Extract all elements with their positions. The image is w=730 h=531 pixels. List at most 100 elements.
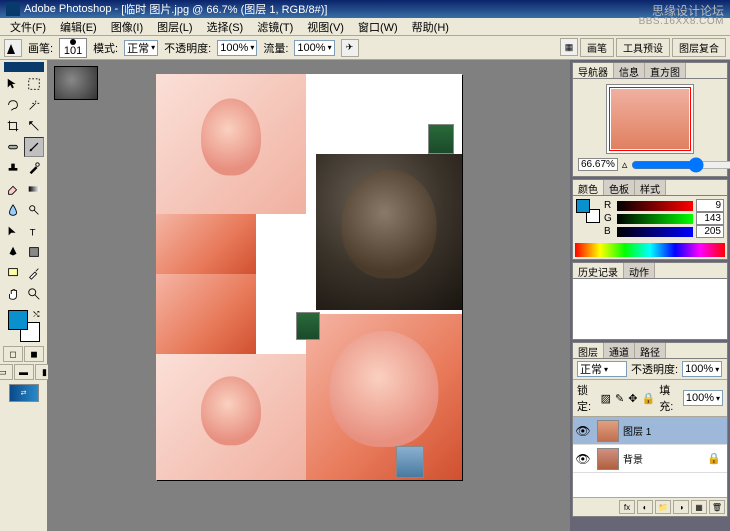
thumbnail-green xyxy=(428,124,454,154)
tab-tool-presets[interactable]: 工具预设 xyxy=(616,38,670,57)
hand-tool[interactable] xyxy=(3,284,23,304)
history-list[interactable] xyxy=(573,279,727,339)
adjustment-layer-icon[interactable]: ◑ xyxy=(673,500,689,514)
standard-mode-icon[interactable]: ◻ xyxy=(3,346,23,362)
menu-filter[interactable]: 滤镜(T) xyxy=(251,18,299,35)
color-spectrum[interactable] xyxy=(575,243,725,257)
tab-swatches[interactable]: 色板 xyxy=(604,180,635,195)
zoom-tool[interactable] xyxy=(24,284,44,304)
document-canvas[interactable] xyxy=(156,74,462,480)
type-tool[interactable]: T xyxy=(24,221,44,241)
menu-view[interactable]: 视图(V) xyxy=(301,18,350,35)
dodge-tool[interactable] xyxy=(24,200,44,220)
r-slider[interactable] xyxy=(617,201,693,211)
layer-row[interactable]: 👁 背景 🔒 xyxy=(573,445,727,473)
brush-preview[interactable]: 101 xyxy=(59,38,87,58)
r-value[interactable]: 9 xyxy=(696,199,724,212)
history-brush-tool[interactable] xyxy=(24,158,44,178)
layer-thumbnail[interactable] xyxy=(597,420,619,442)
zoom-slider[interactable] xyxy=(631,160,730,170)
notes-tool[interactable] xyxy=(3,263,23,283)
tab-info[interactable]: 信息 xyxy=(614,63,645,78)
g-slider[interactable] xyxy=(617,214,693,224)
new-layer-icon[interactable]: ▦ xyxy=(691,500,707,514)
canvas-area[interactable] xyxy=(48,60,570,531)
layer-opacity-input[interactable]: 100% xyxy=(682,361,722,377)
lasso-tool[interactable] xyxy=(3,95,23,115)
screen-mode-1-icon[interactable]: ▭ xyxy=(0,364,13,380)
delete-layer-icon[interactable]: 🗑 xyxy=(709,500,725,514)
layer-mask-icon[interactable]: ◐ xyxy=(637,500,653,514)
palette-toggle-icon[interactable]: ▦ xyxy=(560,38,578,56)
tool-preset-icon[interactable] xyxy=(4,39,22,57)
layer-style-icon[interactable]: fx xyxy=(619,500,635,514)
fill-input[interactable]: 100% xyxy=(683,390,723,406)
tab-color[interactable]: 颜色 xyxy=(573,180,604,195)
visibility-icon[interactable]: 👁 xyxy=(573,452,593,466)
zoom-out-icon[interactable]: ▵ xyxy=(622,158,628,171)
navigator-viewbox[interactable] xyxy=(609,87,691,151)
brush-tool[interactable] xyxy=(24,137,44,157)
tab-histogram[interactable]: 直方图 xyxy=(645,63,686,78)
marquee-tool[interactable] xyxy=(24,74,44,94)
healing-tool[interactable] xyxy=(3,137,23,157)
tab-styles[interactable]: 样式 xyxy=(635,180,666,195)
layer-thumbnail[interactable] xyxy=(597,448,619,470)
navigator-thumbnail[interactable] xyxy=(606,84,694,154)
eyedropper-tool[interactable] xyxy=(24,263,44,283)
menu-edit[interactable]: 编辑(E) xyxy=(54,18,103,35)
new-group-icon[interactable]: 📁 xyxy=(655,500,671,514)
flow-input[interactable]: 100% xyxy=(294,40,334,56)
tab-paths[interactable]: 路径 xyxy=(635,343,666,358)
opacity-input[interactable]: 100% xyxy=(217,40,257,56)
stamp-tool[interactable] xyxy=(3,158,23,178)
lock-all-icon[interactable]: 🔒 xyxy=(641,392,655,405)
lock-pixels-icon[interactable]: ✎ xyxy=(615,392,624,405)
tab-layer-comps[interactable]: 图层复合 xyxy=(672,38,726,57)
eraser-tool[interactable] xyxy=(3,179,23,199)
foreground-swatch[interactable] xyxy=(8,310,28,330)
tab-brushes[interactable]: 画笔 xyxy=(580,38,614,57)
tab-actions[interactable]: 动作 xyxy=(624,263,655,278)
b-slider[interactable] xyxy=(617,227,693,237)
zoom-value[interactable]: 66.67% xyxy=(578,158,618,171)
blur-tool[interactable] xyxy=(3,200,23,220)
path-select-tool[interactable] xyxy=(3,221,23,241)
menu-window[interactable]: 窗口(W) xyxy=(352,18,404,35)
wand-tool[interactable] xyxy=(24,95,44,115)
visibility-icon[interactable]: 👁 xyxy=(573,424,593,438)
layer-row[interactable]: 👁 图层 1 xyxy=(573,417,727,445)
menu-image[interactable]: 图像(I) xyxy=(105,18,149,35)
move-tool[interactable] xyxy=(3,74,23,94)
tab-history[interactable]: 历史记录 xyxy=(573,263,624,278)
b-value[interactable]: 205 xyxy=(696,225,724,238)
svg-text:T: T xyxy=(30,227,36,238)
lock-transparency-icon[interactable]: ▨ xyxy=(601,392,611,405)
blend-mode-select[interactable]: 正常 xyxy=(577,361,627,377)
airbrush-icon[interactable]: ✈ xyxy=(341,39,359,57)
menu-help[interactable]: 帮助(H) xyxy=(406,18,455,35)
slice-tool[interactable] xyxy=(24,116,44,136)
screen-mode-2-icon[interactable]: ▬ xyxy=(14,364,34,380)
shape-tool[interactable] xyxy=(24,242,44,262)
menu-file[interactable]: 文件(F) xyxy=(4,18,52,35)
color-swatches[interactable]: ⤭ xyxy=(8,310,40,342)
g-value[interactable]: 143 xyxy=(696,212,724,225)
menu-select[interactable]: 选择(S) xyxy=(201,18,250,35)
swap-colors-icon[interactable]: ⤭ xyxy=(33,310,39,320)
crop-tool[interactable] xyxy=(3,116,23,136)
color-fgbg[interactable] xyxy=(576,199,600,223)
gradient-tool[interactable] xyxy=(24,179,44,199)
tab-navigator[interactable]: 导航器 xyxy=(573,63,614,78)
menu-layer[interactable]: 图层(L) xyxy=(151,18,198,35)
tab-layers[interactable]: 图层 xyxy=(573,343,604,358)
mode-select[interactable]: 正常 xyxy=(124,40,158,56)
layer-name[interactable]: 图层 1 xyxy=(623,423,651,438)
pen-tool[interactable] xyxy=(3,242,23,262)
jump-to-imageready-icon[interactable]: ⇄ xyxy=(9,384,39,402)
layer-name[interactable]: 背景 xyxy=(623,451,643,466)
quickmask-mode-icon[interactable]: ◼ xyxy=(24,346,44,362)
lock-position-icon[interactable]: ✥ xyxy=(628,392,637,405)
tab-channels[interactable]: 通道 xyxy=(604,343,635,358)
color-fg-swatch[interactable] xyxy=(576,199,590,213)
